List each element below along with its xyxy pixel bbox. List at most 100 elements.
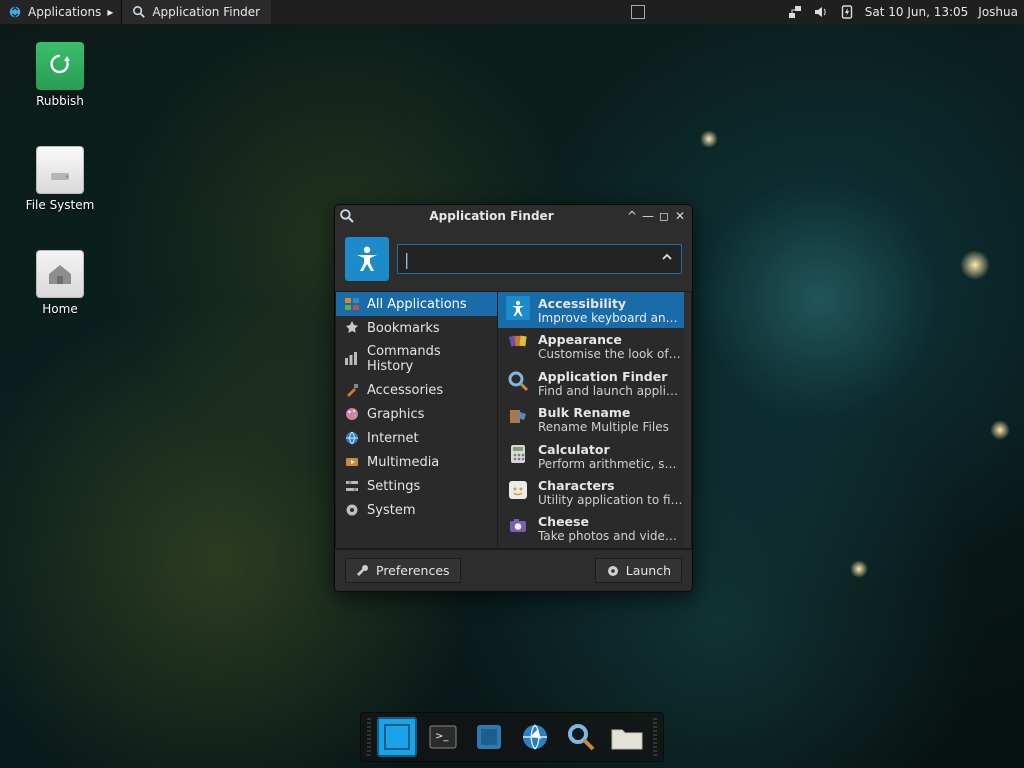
category-label: Graphics	[367, 407, 424, 422]
accessories-icon	[344, 382, 360, 398]
desktop-icon-home[interactable]: Home	[18, 250, 102, 316]
gear-icon	[606, 564, 620, 578]
multimedia-icon	[344, 454, 360, 470]
app-color-profile-viewer[interactable]: Color Profile Viewer	[498, 547, 691, 549]
search-icon	[506, 369, 530, 393]
category-list: All Applications Bookmarks Commands Hist…	[335, 291, 497, 549]
camera-icon	[506, 514, 530, 538]
app-name: Bulk Rename	[538, 405, 669, 420]
app-desc: Perform arithmetic, sc…	[538, 457, 683, 471]
dock-terminal[interactable]: >_	[423, 717, 463, 757]
search-history-dropdown[interactable]	[659, 251, 675, 267]
dock-app-finder[interactable]	[561, 717, 601, 757]
app-desc: Customise the look of…	[538, 347, 681, 361]
category-label: Bookmarks	[367, 321, 440, 336]
category-multimedia[interactable]: Multimedia	[336, 450, 497, 474]
window-title: Application Finder	[359, 209, 624, 223]
dock-show-desktop[interactable]	[377, 717, 417, 757]
category-system[interactable]: System	[336, 498, 497, 522]
category-label: Settings	[367, 479, 420, 494]
window-titlebar[interactable]: Application Finder ^ — ◻ ✕	[335, 205, 692, 227]
home-folder-icon	[36, 250, 84, 298]
rename-icon	[506, 405, 530, 429]
category-all-applications[interactable]: All Applications	[336, 292, 497, 316]
network-icon[interactable]	[787, 4, 803, 20]
launch-button[interactable]: Launch	[595, 558, 682, 583]
apps-icon	[344, 296, 360, 312]
preferences-button[interactable]: Preferences	[345, 558, 461, 583]
app-desc: Utility application to fi…	[538, 493, 683, 507]
svg-text:>_: >_	[435, 731, 449, 742]
characters-icon	[506, 478, 530, 502]
wrench-icon	[356, 564, 370, 578]
app-calculator[interactable]: CalculatorPerform arithmetic, sc…	[498, 438, 691, 474]
appearance-icon	[506, 332, 530, 356]
panel-username[interactable]: Joshua	[978, 5, 1018, 19]
search-icon	[339, 208, 355, 224]
accessibility-icon	[345, 237, 389, 281]
dock-files[interactable]	[607, 717, 647, 757]
dock-panel: >_	[360, 712, 664, 762]
desktop-icon-filesystem[interactable]: File System	[18, 146, 102, 212]
category-label: Multimedia	[367, 455, 439, 470]
app-desc: Take photos and video…	[538, 529, 683, 543]
panel-clock[interactable]: Sat 10 Jun, 13:05	[865, 5, 969, 19]
category-graphics[interactable]: Graphics	[336, 402, 497, 426]
accessibility-icon	[506, 296, 530, 320]
category-bookmarks[interactable]: Bookmarks	[336, 316, 497, 340]
app-name: Calculator	[538, 442, 683, 457]
minimize-button[interactable]: —	[640, 208, 656, 224]
desktop-icon-rubbish[interactable]: Rubbish	[18, 42, 102, 108]
globe-icon	[344, 430, 360, 446]
app-cheese[interactable]: CheeseTake photos and video…	[498, 510, 691, 546]
scrollbar-thumb[interactable]	[685, 294, 690, 322]
app-name: Appearance	[538, 332, 681, 347]
category-commands-history[interactable]: Commands History	[336, 340, 497, 378]
bookmark-icon	[344, 320, 360, 336]
applications-menu[interactable]: Applications ▸	[0, 0, 121, 24]
app-application-finder[interactable]: Application FinderFind and launch applic…	[498, 365, 691, 401]
shade-button[interactable]: ^	[624, 208, 640, 224]
taskbar-button-label: Application Finder	[152, 5, 260, 19]
dock-handle[interactable]	[653, 718, 657, 756]
power-icon[interactable]	[839, 4, 855, 20]
app-name: Characters	[538, 478, 683, 493]
category-label: System	[367, 503, 415, 518]
search-field-wrap: |	[397, 244, 682, 274]
desktop-icon-label: Home	[18, 302, 102, 316]
close-button[interactable]: ✕	[672, 208, 688, 224]
gear-icon	[344, 502, 360, 518]
applications-menu-label: Applications	[28, 5, 101, 19]
app-name: Application Finder	[538, 369, 683, 384]
app-characters[interactable]: CharactersUtility application to fi…	[498, 474, 691, 510]
category-internet[interactable]: Internet	[336, 426, 497, 450]
settings-icon	[344, 478, 360, 494]
trash-icon	[36, 42, 84, 90]
search-icon	[132, 5, 146, 19]
search-input[interactable]	[409, 252, 659, 267]
app-desc: Rename Multiple Files	[538, 420, 669, 434]
dock-handle[interactable]	[367, 718, 371, 756]
app-desc: Improve keyboard and…	[538, 311, 683, 325]
volume-icon[interactable]	[813, 4, 829, 20]
workspace-indicator-icon[interactable]	[631, 5, 645, 19]
desktop-icon-label: File System	[18, 198, 102, 212]
category-settings[interactable]: Settings	[336, 474, 497, 498]
taskbar-button-appfinder[interactable]: Application Finder	[121, 0, 271, 24]
category-label: Internet	[367, 431, 419, 446]
app-desc: Find and launch applic…	[538, 384, 683, 398]
category-label: All Applications	[367, 297, 467, 312]
maximize-button[interactable]: ◻	[656, 208, 672, 224]
xfce-logo-icon	[8, 5, 22, 19]
category-label: Commands History	[367, 344, 489, 374]
app-bulk-rename[interactable]: Bulk RenameRename Multiple Files	[498, 401, 691, 437]
dock-web-browser[interactable]	[515, 717, 555, 757]
app-accessibility[interactable]: AccessibilityImprove keyboard and…	[498, 292, 691, 328]
application-list[interactable]: AccessibilityImprove keyboard and… Appea…	[497, 291, 692, 549]
history-icon	[344, 351, 360, 367]
button-label: Preferences	[376, 563, 450, 578]
app-appearance[interactable]: AppearanceCustomise the look of…	[498, 328, 691, 364]
dock-file-manager[interactable]	[469, 717, 509, 757]
category-accessories[interactable]: Accessories	[336, 378, 497, 402]
graphics-icon	[344, 406, 360, 422]
